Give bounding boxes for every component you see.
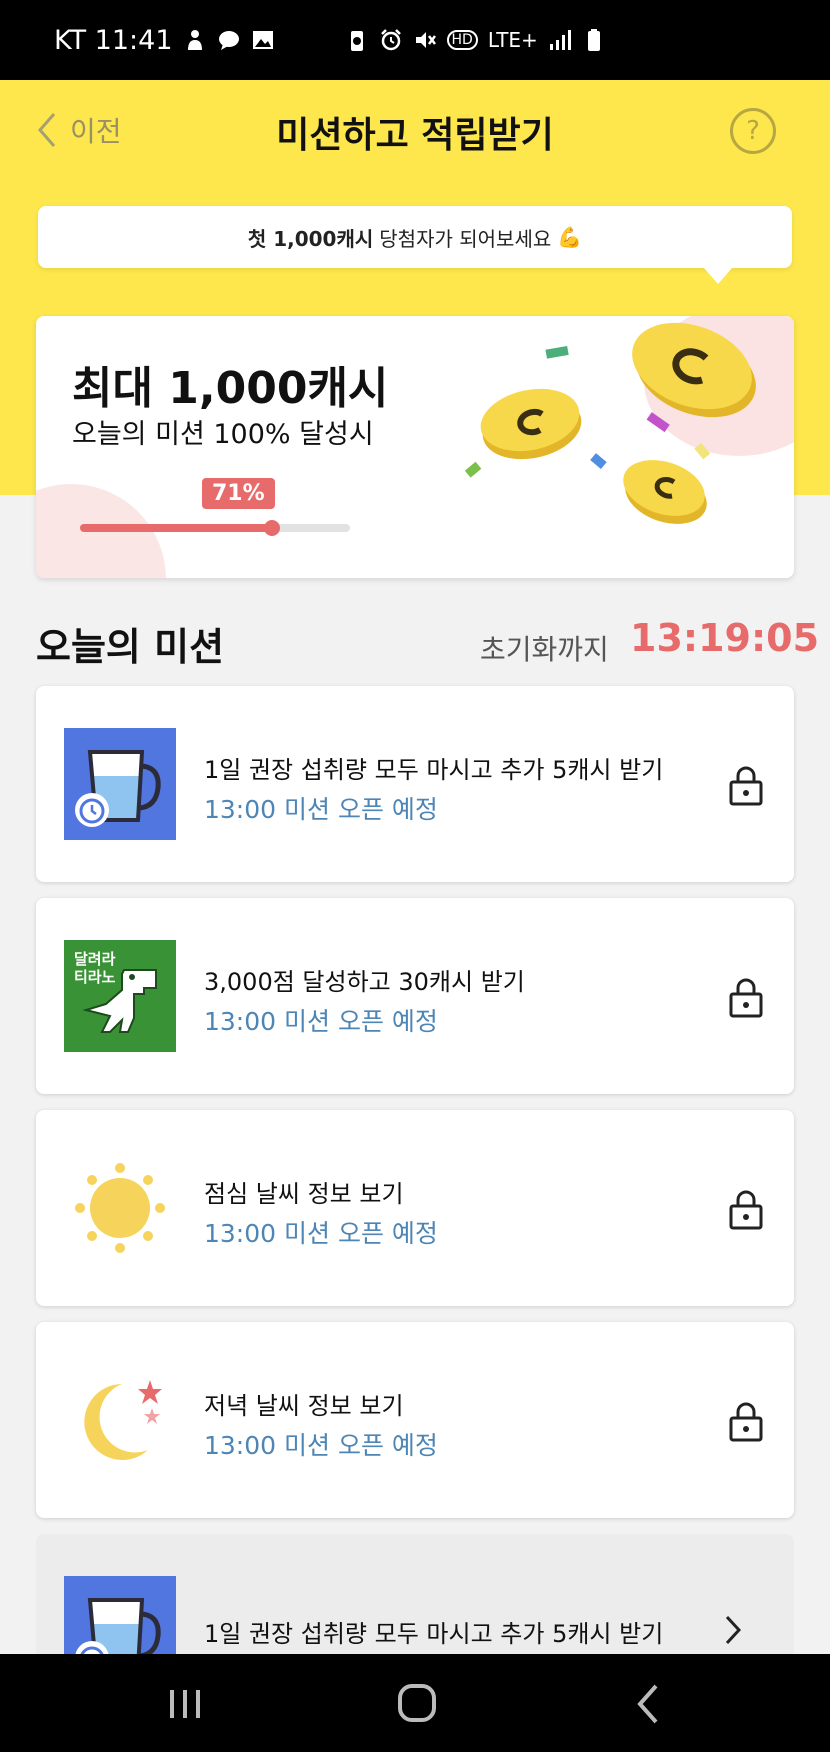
moon-icon bbox=[64, 1364, 176, 1476]
reset-label: 초기화까지 bbox=[480, 633, 609, 666]
mission-card[interactable]: 달려라 티라노 3,000점 달성하고 30캐시 받기 13:00 미션 오픈 … bbox=[36, 898, 794, 1094]
dino-game-icon: 달려라 티라노 bbox=[64, 940, 176, 1052]
mission-card[interactable]: 점심 날씨 정보 보기 13:00 미션 오픈 예정 bbox=[36, 1110, 794, 1306]
hd-badge: HD bbox=[446, 30, 478, 50]
page-title: 미션하고 적립받기 bbox=[276, 115, 554, 156]
reset-countdown: 13:19:05 bbox=[630, 616, 820, 660]
mission-title: 1일 권장 섭취량 모두 마시고 추가 5캐시 받기 bbox=[204, 1620, 664, 1648]
image-icon bbox=[251, 28, 275, 52]
flexed-arm-icon: 💪 bbox=[557, 225, 583, 249]
back-icon[interactable] bbox=[624, 1682, 674, 1726]
top-nav: 이전 미션하고 적립받기 ? bbox=[0, 80, 830, 176]
mission-status: 13:00 미션 오픈 예정 bbox=[204, 795, 438, 824]
battery-saver-icon bbox=[345, 28, 369, 52]
home-icon[interactable] bbox=[392, 1682, 442, 1726]
progress-badge: 71% bbox=[202, 478, 275, 509]
game-title-line2: 티라노 bbox=[74, 968, 116, 986]
progress-fill bbox=[80, 524, 272, 532]
lock-icon bbox=[728, 764, 764, 806]
recent-apps-icon[interactable] bbox=[160, 1682, 210, 1726]
mission-title: 1일 권장 섭취량 모두 마시고 추가 5캐시 받기 bbox=[204, 756, 664, 784]
lock-icon bbox=[728, 976, 764, 1018]
mute-icon bbox=[413, 28, 437, 52]
coins-illustration bbox=[456, 316, 794, 578]
network-label: LTE+ bbox=[487, 28, 538, 52]
missions-title: 오늘의 미션 bbox=[36, 625, 225, 669]
reward-title: 최대 1,000캐시 bbox=[72, 363, 389, 414]
mission-title: 저녁 날씨 정보 보기 bbox=[204, 1392, 404, 1420]
water-cup-icon bbox=[64, 728, 176, 840]
game-title-line1: 달려라 bbox=[74, 950, 116, 968]
mission-status: 13:00 미션 오픈 예정 bbox=[204, 1007, 438, 1036]
system-nav-bar bbox=[0, 1654, 830, 1752]
reward-subtitle: 오늘의 미션 100% 달성시 bbox=[72, 419, 374, 450]
sun-icon bbox=[64, 1152, 176, 1264]
progress-bar bbox=[80, 520, 350, 536]
status-time: KT 11:41 bbox=[54, 24, 173, 56]
battery-icon bbox=[582, 28, 606, 52]
status-bar: KT 11:41 HD LTE+ bbox=[0, 0, 830, 80]
progress-knob bbox=[263, 520, 280, 536]
mission-card[interactable]: 저녁 날씨 정보 보기 13:00 미션 오픈 예정 bbox=[36, 1322, 794, 1518]
signal-icon bbox=[548, 28, 572, 52]
mission-title: 3,000점 달성하고 30캐시 받기 bbox=[204, 968, 525, 996]
banner-tail bbox=[704, 268, 732, 284]
banner-text: 당첨자가 되어보세요 bbox=[379, 226, 552, 251]
lock-icon bbox=[728, 1188, 764, 1230]
chat-bubble-icon bbox=[217, 28, 241, 52]
banner-bold: 첫 1,000캐시 bbox=[247, 226, 374, 251]
mission-status: 13:00 미션 오픈 예정 bbox=[204, 1219, 438, 1248]
help-button[interactable]: ? bbox=[730, 108, 776, 154]
chevron-right-icon bbox=[724, 1614, 742, 1646]
promo-banner: 첫 1,000캐시 당첨자가 되어보세요 💪 bbox=[38, 206, 792, 284]
person-icon bbox=[183, 28, 207, 52]
lock-icon bbox=[728, 1400, 764, 1442]
alarm-icon bbox=[379, 28, 403, 52]
mission-status: 13:00 미션 오픈 예정 bbox=[204, 1431, 438, 1460]
mission-title: 점심 날씨 정보 보기 bbox=[204, 1180, 404, 1208]
reward-card: 최대 1,000캐시 오늘의 미션 100% 달성시 71% bbox=[36, 316, 794, 578]
mission-card[interactable]: 1일 권장 섭취량 모두 마시고 추가 5캐시 받기 13:00 미션 오픈 예… bbox=[36, 686, 794, 882]
